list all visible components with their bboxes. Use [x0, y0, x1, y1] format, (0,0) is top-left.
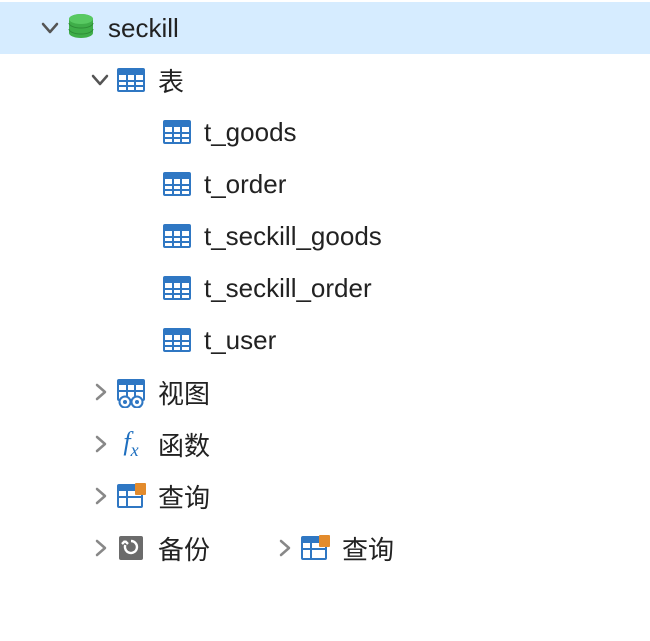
table-icon [160, 219, 194, 253]
tree-node-table[interactable]: t_goods [0, 106, 650, 158]
view-icon [114, 375, 148, 409]
chevron-down-icon[interactable] [36, 17, 64, 39]
chevron-down-icon[interactable] [86, 69, 114, 91]
table-icon [114, 63, 148, 97]
tree-node-backups[interactable]: 备份 查询 [0, 522, 650, 574]
table-name-label: t_seckill_goods [204, 221, 382, 252]
tree-node-table[interactable]: t_seckill_order [0, 262, 650, 314]
database-icon [64, 11, 98, 45]
chevron-right-icon[interactable] [86, 381, 114, 403]
function-icon: fx [114, 427, 148, 461]
backup-icon [114, 531, 148, 565]
secondary-query-node[interactable]: 查询 [270, 530, 394, 567]
tree-node-functions[interactable]: fx 函数 [0, 418, 650, 470]
secondary-query-label: 查询 [342, 530, 394, 567]
table-icon [160, 167, 194, 201]
table-icon [160, 323, 194, 357]
query-icon [298, 531, 332, 565]
functions-folder-label: 函数 [158, 426, 210, 463]
query-icon [114, 479, 148, 513]
backups-folder-label: 备份 [158, 530, 210, 567]
chevron-right-icon[interactable] [270, 537, 298, 559]
queries-folder-label: 查询 [158, 478, 210, 515]
database-name-label: seckill [108, 13, 179, 44]
table-icon [160, 271, 194, 305]
tree-node-table[interactable]: t_order [0, 158, 650, 210]
table-icon [160, 115, 194, 149]
tree-node-queries[interactable]: 查询 [0, 470, 650, 522]
table-name-label: t_goods [204, 117, 297, 148]
tree-node-table[interactable]: t_user [0, 314, 650, 366]
database-tree: seckill 表 t_goods t_order t_seckill_good… [0, 0, 650, 574]
chevron-right-icon[interactable] [86, 537, 114, 559]
tree-node-tables[interactable]: 表 [0, 54, 650, 106]
tree-node-views[interactable]: 视图 [0, 366, 650, 418]
table-name-label: t_user [204, 325, 276, 356]
table-name-label: t_seckill_order [204, 273, 372, 304]
tree-node-table[interactable]: t_seckill_goods [0, 210, 650, 262]
views-folder-label: 视图 [158, 374, 210, 411]
tables-folder-label: 表 [158, 62, 184, 99]
chevron-right-icon[interactable] [86, 433, 114, 455]
chevron-right-icon[interactable] [86, 485, 114, 507]
tree-node-database[interactable]: seckill [0, 2, 650, 54]
table-name-label: t_order [204, 169, 286, 200]
